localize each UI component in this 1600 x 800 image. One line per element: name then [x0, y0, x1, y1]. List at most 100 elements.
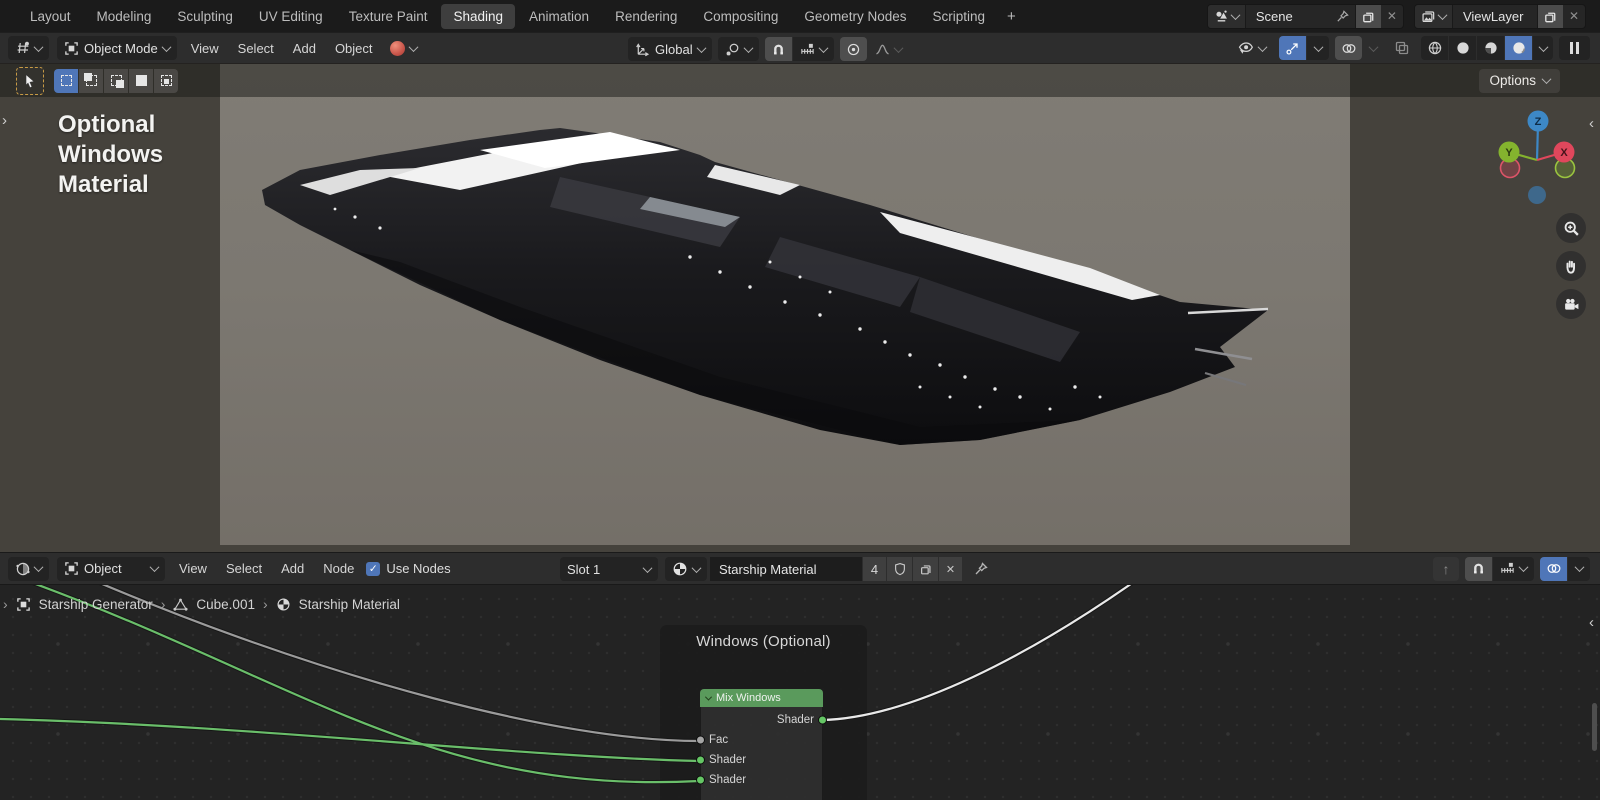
menu-node[interactable]: Node: [323, 561, 354, 576]
tab-modeling[interactable]: Modeling: [85, 4, 164, 29]
menu-add[interactable]: Add: [281, 561, 304, 576]
node-overlays-toggle[interactable]: [1540, 556, 1567, 581]
viewlayer-browse-button[interactable]: [1414, 4, 1453, 28]
select-mode-invert[interactable]: [129, 68, 153, 93]
snap-toggle[interactable]: [764, 37, 792, 61]
tab-geometry-nodes[interactable]: Geometry Nodes: [792, 4, 918, 29]
select-mode-extend[interactable]: [79, 68, 103, 93]
node-snap-with-dropdown[interactable]: [1493, 556, 1534, 581]
input-socket-shader1[interactable]: [696, 755, 705, 765]
shading-rendered-button[interactable]: [1505, 36, 1532, 60]
tab-compositing[interactable]: Compositing: [691, 4, 790, 29]
shader-node-editor[interactable]: Windows (Optional) Mix Windows Shader Fa…: [0, 584, 1600, 800]
show-overlays-toggle[interactable]: [1335, 36, 1362, 60]
pin-button[interactable]: [973, 561, 989, 577]
show-gizmo-toggle[interactable]: [1279, 36, 1306, 60]
active-material-preview[interactable]: [383, 36, 424, 60]
active-tool-select-box[interactable]: [16, 66, 44, 95]
breadcrumb-material[interactable]: Starship Material: [299, 597, 400, 612]
navigation-gizmo[interactable]: Y X Z: [1466, 104, 1578, 212]
gizmo-neg-z-ball[interactable]: [1528, 186, 1546, 204]
viewport-3d[interactable]: Options › ‹ Optional Windows Material Y …: [0, 64, 1600, 552]
use-nodes-checkbox[interactable]: ✓ Use Nodes: [366, 561, 451, 576]
viewlayer-name[interactable]: ViewLayer: [1453, 9, 1537, 24]
node-header[interactable]: Mix Windows: [700, 689, 823, 707]
tab-rendering[interactable]: Rendering: [603, 4, 689, 29]
menu-add[interactable]: Add: [293, 41, 316, 56]
shading-dropdown[interactable]: [1533, 36, 1553, 60]
breadcrumb-object[interactable]: Starship Generator: [39, 597, 153, 612]
gizmo-dropdown[interactable]: [1307, 36, 1329, 60]
input-socket-fac[interactable]: [696, 735, 705, 745]
select-mode-set[interactable]: [54, 68, 78, 93]
zoom-button[interactable]: [1556, 213, 1586, 243]
scene-new-copy-button[interactable]: [1354, 4, 1381, 28]
proportional-editing-toggle[interactable]: [839, 37, 867, 61]
shading-solid-button[interactable]: [1449, 36, 1476, 60]
menu-view[interactable]: View: [191, 41, 219, 56]
tab-layout[interactable]: Layout: [18, 4, 83, 29]
pause-preview-button[interactable]: [1559, 36, 1590, 60]
tab-uv-editing[interactable]: UV Editing: [247, 4, 335, 29]
add-workspace-button[interactable]: +: [999, 3, 1024, 30]
material-unlink-button[interactable]: ✕: [939, 557, 962, 581]
options-dropdown[interactable]: Options: [1479, 68, 1560, 93]
tool-settings-bar: Options: [0, 64, 1600, 97]
output-socket-shader[interactable]: [818, 715, 827, 725]
mix-shader-node[interactable]: Mix Windows Shader Fac Shader Shader: [696, 689, 827, 800]
slot-dropdown[interactable]: Slot 1: [560, 557, 658, 581]
menu-object[interactable]: Object: [335, 41, 373, 56]
transform-orientation-dropdown[interactable]: Global: [628, 37, 712, 61]
scene-browse-button[interactable]: [1207, 4, 1246, 28]
shading-material-preview-button[interactable]: [1477, 36, 1504, 60]
viewport-editor-type-button[interactable]: [8, 36, 49, 60]
pan-button[interactable]: [1556, 251, 1586, 281]
material-name-field[interactable]: Starship Material: [710, 557, 862, 581]
shading-wireframe-button[interactable]: [1421, 36, 1448, 60]
select-mode-intersect[interactable]: [154, 68, 178, 93]
tab-animation[interactable]: Animation: [517, 4, 601, 29]
tab-scripting[interactable]: Scripting: [920, 4, 997, 29]
parent-node-tree-button[interactable]: ↑: [1433, 556, 1459, 581]
camera-view-button[interactable]: [1556, 289, 1586, 319]
collapse-chevron-icon[interactable]: [704, 693, 713, 701]
scene-pin-button[interactable]: [1330, 5, 1355, 28]
pivot-point-dropdown[interactable]: [717, 37, 759, 61]
material-users-count-button[interactable]: 4: [863, 557, 886, 581]
node-editor-scrollbar[interactable]: [1592, 703, 1597, 751]
scene-name[interactable]: Scene: [1246, 9, 1330, 24]
toolbar-expand-arrow[interactable]: ›: [2, 113, 7, 128]
select-mode-subtract[interactable]: [104, 68, 128, 93]
menu-select[interactable]: Select: [238, 41, 274, 56]
material-copy-button[interactable]: [913, 557, 938, 581]
shader-type-dropdown[interactable]: Object: [57, 556, 165, 581]
magnifier-plus-icon: [1563, 220, 1580, 237]
overlays-dropdown[interactable]: [1363, 36, 1383, 60]
fake-user-button[interactable]: [887, 557, 912, 581]
node-input-row: Shader: [696, 750, 822, 770]
scene-unlink-button[interactable]: ✕: [1381, 9, 1403, 23]
menu-view[interactable]: View: [179, 561, 207, 576]
node-sidebar-collapse-arrow[interactable]: ‹: [1589, 615, 1594, 630]
shader-editor-type-button[interactable]: [8, 556, 49, 581]
xray-toggle[interactable]: [1389, 36, 1415, 60]
tab-texture-paint[interactable]: Texture Paint: [337, 4, 440, 29]
viewlayer-remove-button[interactable]: ✕: [1563, 9, 1585, 23]
chevron-down-icon: [1574, 562, 1584, 573]
snap-with-dropdown[interactable]: [792, 37, 834, 61]
sidebar-collapse-arrow[interactable]: ‹: [1589, 116, 1594, 131]
node-overlays-dropdown[interactable]: [1568, 556, 1590, 581]
chevron-down-icon: [642, 562, 653, 573]
breadcrumb-mesh[interactable]: Cube.001: [196, 597, 255, 612]
proportional-falloff-dropdown[interactable]: [868, 37, 909, 61]
tab-sculpting[interactable]: Sculpting: [165, 4, 245, 29]
node-snap-toggle[interactable]: [1465, 556, 1492, 581]
input-socket-shader2[interactable]: [696, 775, 705, 785]
visibility-dropdown[interactable]: [1230, 36, 1273, 60]
material-browse-button[interactable]: [665, 557, 707, 581]
tab-shading[interactable]: Shading: [441, 3, 516, 29]
mode-dropdown[interactable]: Object Mode: [57, 36, 177, 60]
menu-select[interactable]: Select: [226, 561, 262, 576]
node-tree-expand-arrow[interactable]: ›: [3, 596, 8, 612]
viewlayer-new-copy-button[interactable]: [1536, 4, 1563, 28]
